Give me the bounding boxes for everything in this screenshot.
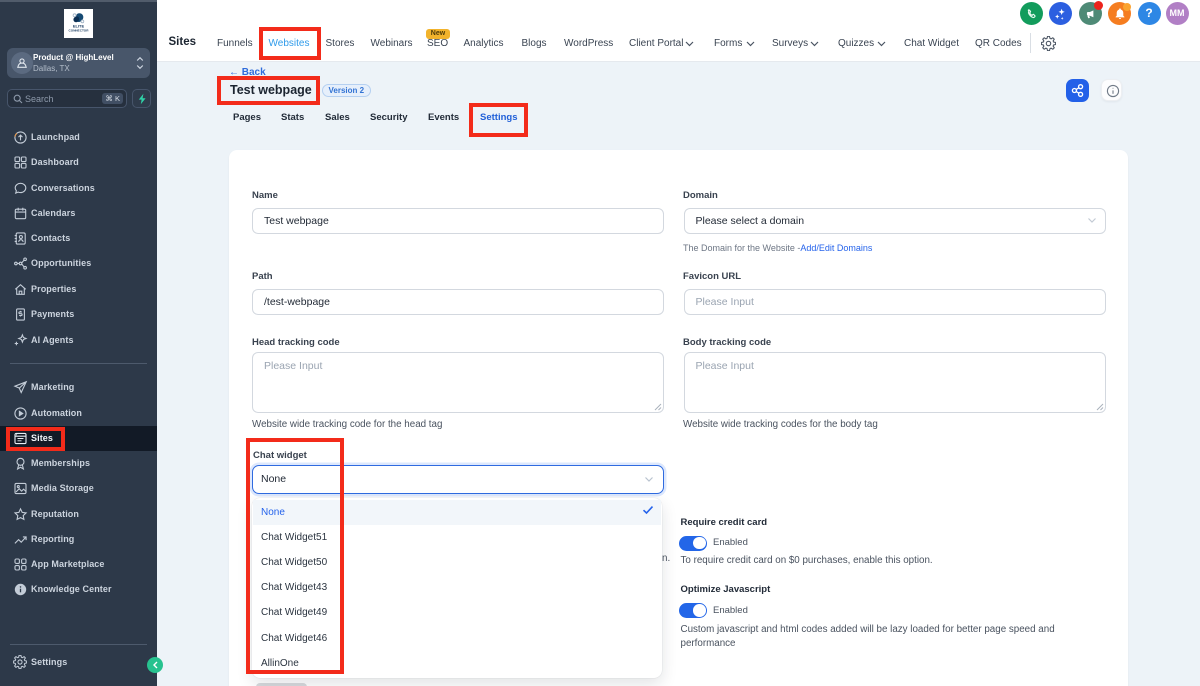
- svg-text:CONNECTOR: CONNECTOR: [69, 28, 90, 32]
